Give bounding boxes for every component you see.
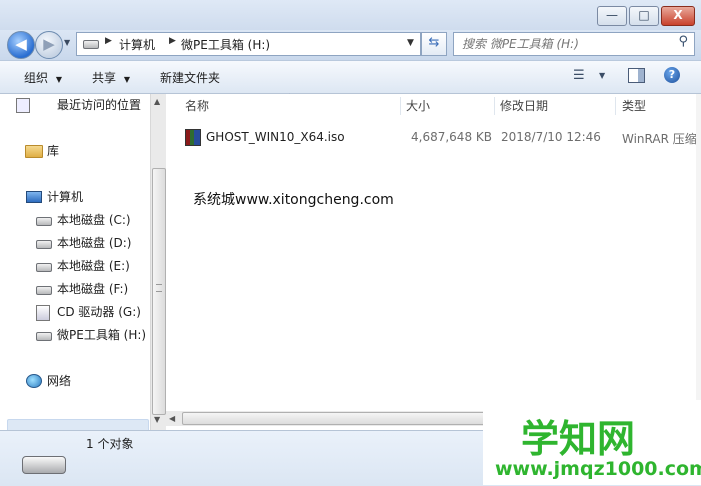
breadcrumb-computer[interactable]: 计算机: [119, 36, 155, 53]
file-name: GHOST_WIN10_X64.iso: [206, 130, 345, 144]
scroll-thumb[interactable]: [152, 168, 166, 415]
right-edge: [696, 94, 701, 430]
drive-icon: [36, 263, 52, 272]
nav-pane-scrollbar[interactable]: ▲ ▼: [150, 94, 166, 430]
nav-drive-h[interactable]: 微PE工具箱 (H:): [36, 325, 146, 345]
nav-computer-label: 计算机: [47, 190, 84, 204]
share-menu[interactable]: 共享 ▼: [92, 69, 130, 86]
file-type: WinRAR 压缩: [622, 132, 697, 146]
nav-drive-label: 本地磁盘 (C:): [57, 213, 131, 227]
nav-drive-label: 本地磁盘 (F:): [57, 282, 129, 296]
drive-icon: [36, 286, 52, 295]
recent-places-icon: [16, 98, 30, 113]
library-icon: [25, 145, 43, 158]
navigation-pane: 最近访问的位置 库 计算机 本地磁盘 (C:) 本地磁盘 (D:) 本地磁盘 (…: [0, 94, 150, 443]
forward-button[interactable]: ▶: [35, 31, 63, 59]
view-options-icon[interactable]: ☰: [573, 68, 585, 83]
overlay-site-text: 系统城www.xitongcheng.com: [193, 192, 394, 208]
column-header-size[interactable]: 大小: [406, 94, 491, 118]
column-header-date[interactable]: 修改日期: [500, 94, 610, 118]
nav-drive-d[interactable]: 本地磁盘 (D:): [36, 233, 131, 253]
winrar-archive-icon: [185, 129, 201, 146]
address-bar[interactable]: ▶ 计算机 ▶ 微PE工具箱 (H:) ▼: [76, 32, 421, 56]
help-icon[interactable]: ?: [664, 67, 680, 83]
nav-library[interactable]: 库: [25, 141, 60, 161]
search-box[interactable]: ⚲: [453, 32, 695, 56]
network-icon: [26, 374, 42, 388]
grip-icon: [156, 284, 162, 292]
maximize-button[interactable]: □: [629, 6, 659, 26]
refresh-icon: ⇆: [428, 35, 440, 50]
file-size: 4,687,648 KB: [411, 130, 492, 144]
drive-icon: [36, 240, 52, 249]
drive-icon: [83, 40, 99, 49]
refresh-button[interactable]: ⇆: [421, 32, 447, 56]
nav-drive-label: 本地磁盘 (D:): [57, 236, 132, 250]
nav-recent-places[interactable]: 最近访问的位置: [16, 95, 142, 115]
nav-drive-e[interactable]: 本地磁盘 (E:): [36, 256, 130, 276]
breadcrumb-current-drive[interactable]: 微PE工具箱 (H:): [181, 36, 270, 53]
search-input[interactable]: [460, 35, 664, 53]
column-header-name[interactable]: 名称: [185, 94, 395, 118]
computer-icon: [26, 191, 42, 203]
column-divider[interactable]: [494, 97, 495, 115]
recent-pages-dropdown-icon[interactable]: ▼: [64, 38, 70, 47]
item-count: 1 个对象: [86, 437, 134, 451]
watermark: 学知网 www.jmqz1000.com: [483, 400, 701, 485]
scroll-down-icon[interactable]: ▼: [154, 415, 160, 424]
column-divider[interactable]: [400, 97, 401, 115]
minimize-button[interactable]: —: [597, 6, 627, 26]
scroll-left-icon[interactable]: ◀: [169, 414, 175, 423]
organize-label: 组织: [24, 71, 49, 85]
nav-drive-f[interactable]: 本地磁盘 (F:): [36, 279, 128, 299]
file-date: 2018/7/10 12:46: [501, 130, 601, 144]
nav-computer[interactable]: 计算机: [26, 187, 83, 207]
back-arrow-icon: ◀: [15, 35, 27, 53]
title-bar: [0, 0, 701, 30]
forward-arrow-icon: ▶: [43, 35, 55, 53]
file-row[interactable]: GHOST_WIN10_X64.iso 4,687,648 KB 2018/7/…: [182, 126, 697, 148]
search-icon[interactable]: ⚲: [678, 34, 688, 49]
drive-large-icon: [22, 456, 66, 474]
organize-menu[interactable]: 组织 ▼: [24, 69, 62, 86]
back-button[interactable]: ◀: [7, 31, 35, 59]
watermark-url: www.jmqz1000.com: [495, 458, 701, 480]
drive-icon: [36, 217, 52, 226]
close-button[interactable]: X: [661, 6, 695, 26]
nav-drive-c[interactable]: 本地磁盘 (C:): [36, 210, 131, 230]
chevron-down-icon: ▼: [123, 75, 130, 84]
nav-network-label: 网络: [47, 374, 72, 388]
drive-icon: [36, 332, 52, 341]
chevron-down-icon: ▼: [55, 75, 62, 84]
share-label: 共享: [92, 71, 117, 85]
nav-recent-label: 最近访问的位置: [57, 98, 142, 112]
cd-drive-icon: [36, 305, 50, 321]
column-divider[interactable]: [615, 97, 616, 115]
address-dropdown-icon[interactable]: ▼: [407, 38, 414, 48]
nav-drive-g[interactable]: CD 驱动器 (G:): [36, 302, 141, 322]
breadcrumb-chevron-icon: ▶: [169, 36, 176, 46]
preview-pane-icon[interactable]: [628, 68, 645, 83]
nav-drive-label: 微PE工具箱 (H:): [57, 328, 147, 342]
nav-network[interactable]: 网络: [26, 371, 71, 391]
watermark-title: 学知网: [521, 417, 636, 461]
view-dropdown-icon[interactable]: ▼: [599, 71, 605, 80]
column-header-type[interactable]: 类型: [622, 94, 696, 118]
nav-library-label: 库: [47, 144, 60, 158]
new-folder-button[interactable]: 新建文件夹: [160, 69, 220, 86]
nav-drive-label: 本地磁盘 (E:): [57, 259, 130, 273]
breadcrumb-chevron-icon: ▶: [105, 36, 112, 46]
scroll-up-icon[interactable]: ▲: [154, 97, 160, 106]
nav-drive-label: CD 驱动器 (G:): [57, 305, 141, 319]
